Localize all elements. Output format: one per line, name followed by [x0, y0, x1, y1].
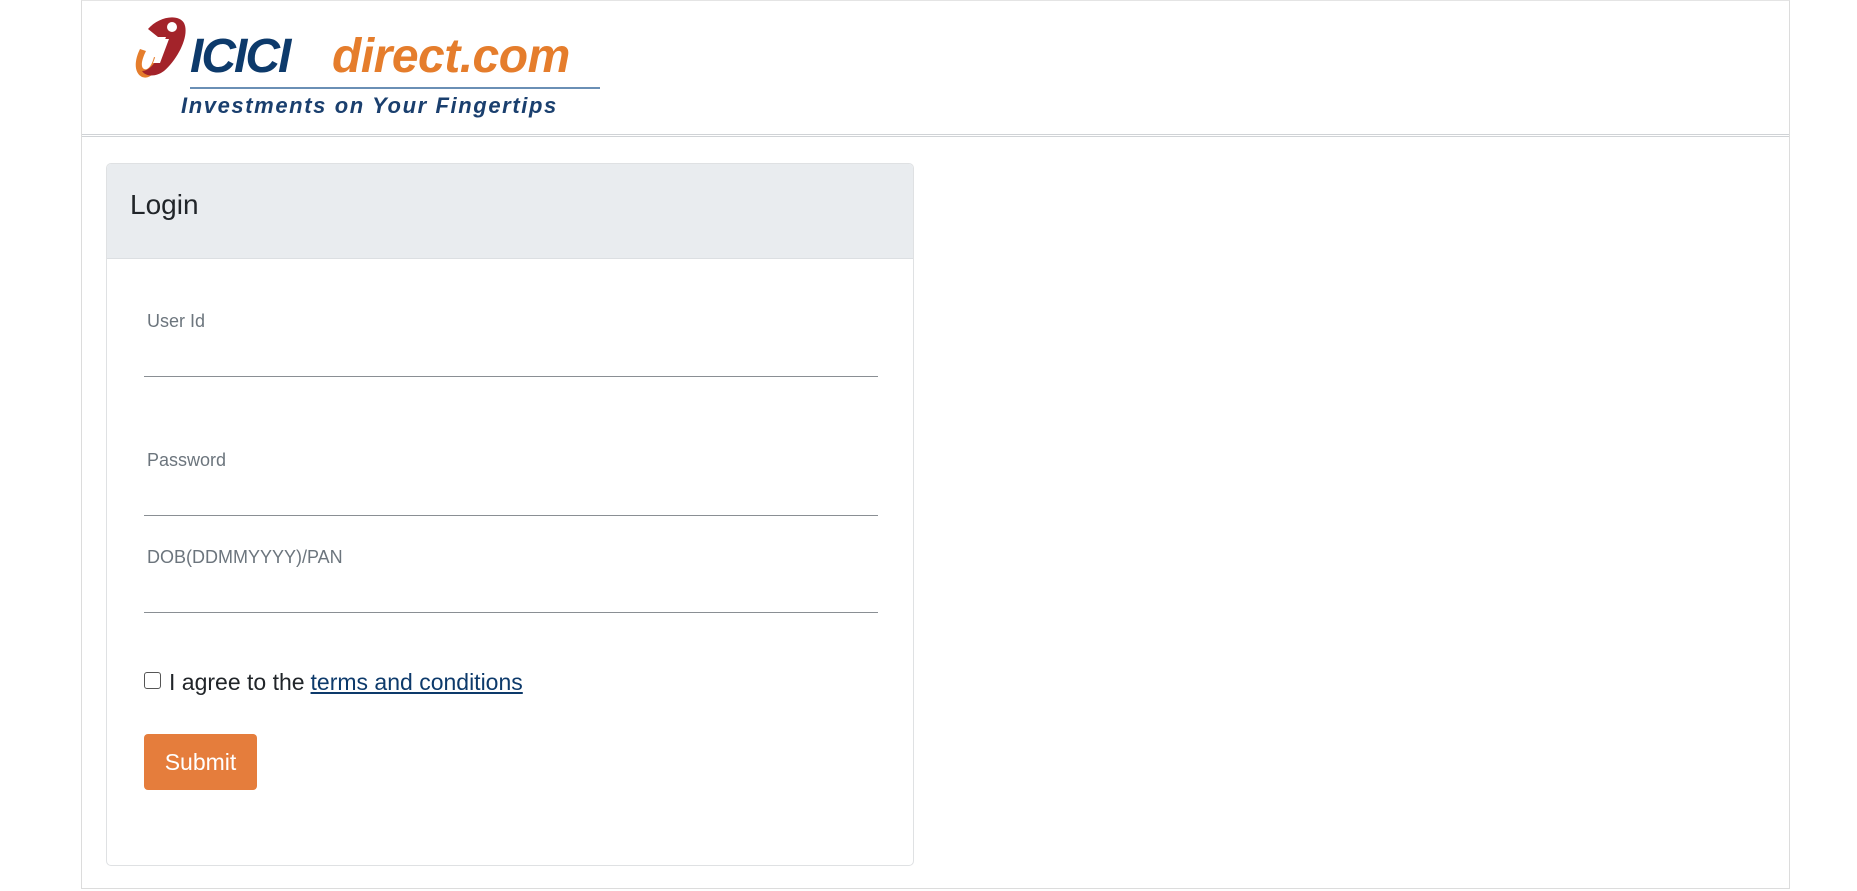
password-field: Password — [144, 450, 878, 516]
user-id-field: User Id — [144, 311, 878, 377]
logo-brand-direct: direct.com — [332, 30, 570, 83]
dob-pan-field: DOB(DDMMYYYY)/PAN — [144, 547, 878, 613]
terms-checkbox[interactable] — [144, 672, 161, 689]
logo-underline — [190, 87, 600, 89]
site-header: ICICI direct.com Investments on Your Fin… — [82, 1, 1789, 137]
terms-row: I agree to the terms and conditions — [144, 669, 523, 696]
submit-button[interactable]: Submit — [144, 734, 257, 790]
dob-pan-input[interactable] — [144, 581, 878, 613]
user-id-input[interactable] — [144, 345, 878, 377]
dob-pan-label: DOB(DDMMYYYY)/PAN — [147, 547, 343, 567]
terms-prefix-text: I agree to the — [169, 669, 305, 695]
icici-i-logo-icon — [135, 17, 186, 78]
login-title: Login — [130, 189, 199, 220]
logo-brand-icici: ICICI — [190, 30, 291, 83]
terms-link[interactable]: terms and conditions — [311, 669, 523, 696]
login-card-body: User Id Password DOB(DDMMYYYY)/PAN I agr… — [107, 259, 913, 865]
password-label: Password — [147, 450, 227, 470]
login-card: Login User Id Password DOB(DDMMYYYY)/PAN… — [106, 163, 914, 866]
logo-brand-row: ICICI direct.com — [128, 13, 618, 93]
user-id-label: User Id — [147, 311, 206, 331]
password-input[interactable] — [144, 484, 878, 516]
login-card-header: Login — [107, 164, 913, 259]
icici-direct-logo[interactable]: ICICI direct.com Investments on Your Fin… — [128, 13, 618, 123]
page-container: ICICI direct.com Investments on Your Fin… — [81, 0, 1790, 889]
logo-tagline: Investments on Your Fingertips — [181, 93, 558, 118]
